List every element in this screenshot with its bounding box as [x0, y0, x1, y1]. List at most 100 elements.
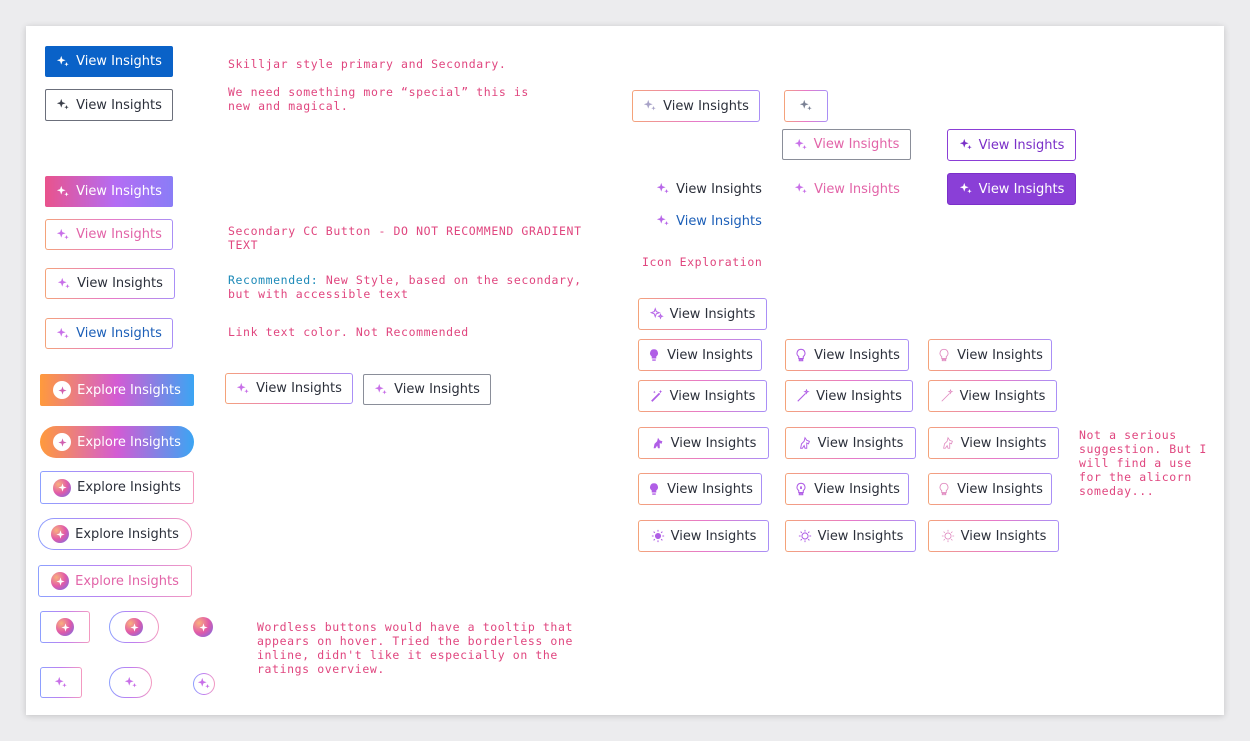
explore-insights-gradient-text-button[interactable]: Explore Insights [38, 565, 192, 597]
note-wordless: Wordless buttons would have a tooltip th… [257, 620, 573, 676]
purple-outline-view-insights-button[interactable]: View Insights [947, 129, 1076, 161]
button-label: View Insights [669, 388, 756, 404]
note-secondary-cc: Secondary CC Button - DO NOT RECOMMEND G… [228, 224, 582, 252]
sparkle-icon [959, 182, 973, 196]
sparkle-icon [236, 382, 250, 396]
sparkle-orb-icon [125, 618, 143, 636]
sparkle-orb-icon [51, 572, 70, 590]
gradient-view-insights-button[interactable]: View Insights [45, 176, 173, 207]
wordless-sparkle-button[interactable] [40, 667, 82, 698]
explore-insights-outline-pill-button[interactable]: Explore Insights [38, 518, 192, 550]
explore-insights-gradient-button[interactable]: Explore Insights [40, 374, 194, 406]
button-label: View Insights [670, 435, 757, 451]
button-label: Explore Insights [75, 526, 179, 542]
wordless-sparkle-pill-button[interactable] [109, 667, 152, 698]
borderless-link-view-insights-button[interactable]: View Insights [654, 206, 764, 236]
icon-lightbulb2-light-button[interactable]: View Insights [928, 473, 1052, 505]
note-recommended-label: Recommended: [228, 273, 319, 287]
icon-idea-filled-button[interactable]: View Insights [638, 520, 769, 552]
sparkle-icon [959, 138, 973, 152]
icon-lightbulb2-outline-button[interactable]: View Insights [785, 473, 909, 505]
sparkle-icon [374, 383, 388, 397]
button-label: View Insights [676, 181, 762, 197]
icon-only-sparkle-button[interactable] [784, 90, 828, 122]
recommended-view-insights-button[interactable]: View Insights [45, 268, 175, 299]
button-label: View Insights [813, 137, 900, 152]
note-special: We need something more “special” this is… [228, 85, 529, 113]
purple-filled-view-insights-button[interactable]: View Insights [947, 173, 1076, 205]
note-recommended: Recommended: New Style, based on the sec… [228, 273, 582, 301]
alicorn-icon [941, 436, 955, 450]
sparkle-icon [197, 677, 211, 691]
lightbulb-icon [794, 348, 808, 362]
sparkle-icon [56, 327, 70, 341]
sparkle-icon [643, 99, 657, 113]
button-label: View Insights [817, 435, 904, 451]
icon-idea-outline-button[interactable]: View Insights [785, 520, 916, 552]
grey-border-view-insights-button[interactable]: View Insights [363, 374, 491, 405]
button-label: View Insights [960, 435, 1047, 451]
sparkle-icon [54, 676, 68, 690]
icon-alicorn-filled-button[interactable]: View Insights [638, 427, 769, 459]
soft-gradient-view-insights-button[interactable]: View Insights [632, 90, 760, 122]
button-label: View Insights [959, 388, 1046, 404]
idea-bulb-icon [651, 529, 665, 543]
icon-wand-filled-button[interactable]: View Insights [638, 380, 767, 412]
button-label: View Insights [76, 326, 162, 341]
sparkle-icon [656, 214, 670, 228]
button-label: View Insights [670, 528, 757, 544]
explore-insights-gradient-pill-button[interactable]: Explore Insights [40, 426, 194, 458]
secondary-view-insights-button[interactable]: View Insights [45, 89, 173, 121]
design-canvas: View Insights View Insights View Insight… [26, 26, 1224, 715]
icon-wand-light-button[interactable]: View Insights [928, 380, 1057, 412]
wordless-orb-button[interactable] [40, 611, 90, 643]
wordless-sparkle-circle-button[interactable] [193, 673, 215, 695]
icon-wand-outline-button[interactable]: View Insights [785, 380, 913, 412]
button-label: Explore Insights [77, 382, 181, 398]
primary-view-insights-button[interactable]: View Insights [45, 46, 173, 77]
lightbulb-icon [647, 482, 661, 496]
gradient-text-view-insights-button[interactable]: View Insights [45, 219, 173, 250]
link-color-view-insights-button[interactable]: View Insights [45, 318, 173, 349]
magic-wand-icon [796, 389, 810, 403]
sparkle-icon [56, 98, 70, 112]
button-label: View Insights [817, 528, 904, 544]
grey-border-pink-text-button[interactable]: View Insights [782, 129, 911, 160]
gradient-border-view-insights-button[interactable]: View Insights [225, 373, 353, 404]
sparkle-orb-icon [51, 525, 70, 543]
sparkle-icon [656, 182, 670, 196]
button-label: View Insights [669, 306, 756, 322]
lightbulb-icon [937, 348, 951, 362]
button-label: Explore Insights [77, 480, 181, 495]
borderless-pink-view-insights-button[interactable]: View Insights [792, 174, 902, 204]
icon-idea-light-button[interactable]: View Insights [928, 520, 1059, 552]
button-label: View Insights [814, 347, 900, 363]
button-label: View Insights [76, 97, 162, 113]
lightbulb-icon [794, 482, 808, 496]
sparkle-icon [56, 185, 70, 199]
icon-lightbulb-filled-button[interactable]: View Insights [638, 339, 762, 371]
borderless-view-insights-button[interactable]: View Insights [654, 174, 764, 204]
button-label: View Insights [76, 227, 162, 242]
button-label: View Insights [676, 213, 762, 229]
icon-lightbulb2-filled-button[interactable]: View Insights [638, 473, 762, 505]
icon-sparkle-outline-button[interactable]: View Insights [638, 298, 767, 330]
note-skilljar: Skilljar style primary and Secondary. [228, 57, 507, 71]
lightbulb-icon [647, 348, 661, 362]
wordless-orb-pill-button[interactable] [109, 611, 159, 643]
alicorn-icon [651, 436, 665, 450]
button-label: Explore Insights [75, 573, 179, 589]
button-label: View Insights [77, 276, 163, 291]
sparkle-orb-icon [193, 617, 213, 637]
explore-insights-outline-button[interactable]: Explore Insights [40, 471, 194, 504]
icon-lightbulb-outline-button[interactable]: View Insights [785, 339, 909, 371]
icon-alicorn-light-button[interactable]: View Insights [928, 427, 1059, 459]
icon-alicorn-outline-button[interactable]: View Insights [785, 427, 916, 459]
button-label: View Insights [957, 347, 1043, 363]
button-label: View Insights [814, 181, 900, 197]
button-label: View Insights [814, 481, 900, 497]
wordless-orb-borderless-button[interactable] [193, 617, 213, 637]
button-label: View Insights [76, 184, 162, 199]
magic-wand-icon [650, 389, 664, 403]
icon-lightbulb-light-button[interactable]: View Insights [928, 339, 1052, 371]
